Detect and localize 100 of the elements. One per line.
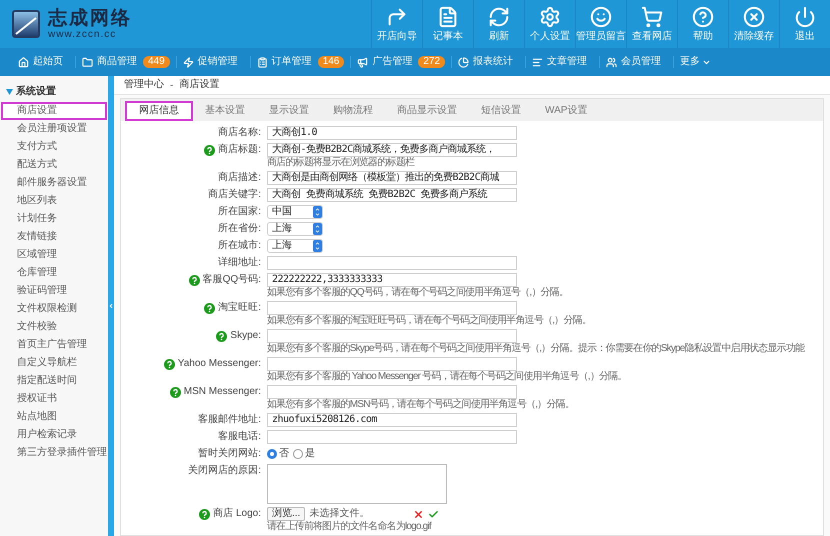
smiley-icon [590, 6, 612, 28]
field-label: 商店关键字: [208, 189, 261, 201]
sidebar-item[interactable]: 站点地图 [1, 408, 107, 426]
help-icon[interactable] [204, 144, 216, 156]
sidebar-item[interactable]: 会员注册项设置 [1, 120, 107, 138]
textarea-field[interactable] [267, 464, 447, 504]
help-icon[interactable] [188, 274, 200, 286]
field-label: 商店名称: [218, 127, 261, 139]
nav-item[interactable]: 文章管理 [526, 56, 594, 68]
document-icon [437, 6, 459, 28]
radio-option[interactable]: 否 [267, 448, 289, 460]
field-hint: 如果您有多个客服的QQ号码，请在每个号码之间使用半角逗号（,）分隔。 [267, 288, 568, 298]
help-icon[interactable] [164, 358, 175, 370]
tab[interactable]: 基本设置 [193, 101, 257, 121]
sidebar-item[interactable]: 授权证书 [1, 390, 107, 408]
field-label: 所在国家: [218, 206, 261, 218]
sidebar-item[interactable]: 友情链接 [1, 228, 107, 246]
sidebar-item[interactable]: 文件权限检测 [1, 300, 107, 318]
more-menu[interactable]: 更多 [674, 56, 718, 68]
tab[interactable]: 购物流程 [321, 101, 385, 121]
field-label: 淘宝旺旺: [218, 302, 261, 314]
select-field[interactable]: 上海 [267, 222, 323, 236]
input-field[interactable]: 大商创1.0 [267, 126, 517, 140]
sidebar-item[interactable]: 第三方登录插件管理 [1, 444, 107, 462]
input-field[interactable] [267, 301, 517, 315]
field-label: Skype: [230, 330, 261, 342]
nav-item[interactable]: 起始页 [12, 56, 69, 68]
input-field[interactable]: 大商创-免费B2B2C商城系统，免费多商户商城系统， [267, 143, 517, 157]
sidebar-item[interactable]: 计划任务 [1, 210, 107, 228]
sidebar-item[interactable]: 区域管理 [1, 246, 107, 264]
input-field[interactable] [267, 256, 517, 270]
field-label: MSN Messenger: [184, 386, 261, 398]
cross-icon[interactable] [413, 508, 424, 520]
collapse-handle-icon[interactable] [108, 303, 114, 309]
field-label: 商店描述: [218, 172, 261, 184]
input-field[interactable]: 大商创 免费商城系统 免费B2B2C 免费多商户系统 [267, 188, 517, 202]
nav-item[interactable]: 促销管理 [176, 56, 244, 68]
sidebar-item[interactable]: 验证码管理 [1, 282, 107, 300]
sidebar-title: 系统设置 [16, 86, 56, 98]
input-field[interactable] [267, 357, 517, 371]
file-status: 未选择文件。 [309, 508, 370, 520]
sidebar-item[interactable]: 地区列表 [1, 192, 107, 210]
pie-chart-icon [458, 56, 470, 68]
cart-icon [641, 6, 663, 28]
megaphone-icon [357, 56, 368, 68]
input-field[interactable] [267, 385, 517, 399]
help-icon[interactable] [216, 330, 228, 342]
nav-item[interactable]: 商品管理 [76, 56, 143, 68]
field-hint: 如果您有多个客服的淘宝旺旺号码，请在每个号码之间使用半角逗号（,）分隔。 [267, 316, 591, 326]
browse-button[interactable]: 浏览... [267, 507, 306, 521]
sidebar-item[interactable]: 用户检索记录 [1, 426, 107, 444]
logo-url: www.zccn.cc [48, 29, 118, 41]
field-label: Yahoo Messenger: [178, 358, 261, 370]
nav-item[interactable]: 会员管理 [600, 56, 668, 68]
help-icon[interactable] [204, 302, 216, 314]
lightning-icon [182, 56, 194, 68]
sidebar-item[interactable]: 商店设置 [1, 102, 107, 120]
field-hint: 商店的标题将显示在浏览器的标题栏 [267, 158, 416, 168]
tab[interactable]: WAP设置 [533, 101, 600, 121]
input-field[interactable]: zhuofuxi5208126.com [267, 413, 517, 427]
input-field[interactable] [267, 430, 517, 444]
logo-icon [12, 10, 40, 38]
radio-option[interactable]: 是 [293, 448, 315, 460]
tab[interactable]: 商品显示设置 [385, 101, 469, 121]
input-field[interactable] [267, 329, 517, 343]
select-field[interactable]: 中国 [267, 205, 323, 219]
caret-icon[interactable] [6, 89, 13, 95]
input-field[interactable]: 222222222,3333333333 [267, 273, 517, 287]
help-icon[interactable] [199, 508, 210, 520]
tab[interactable]: 网店信息 [125, 101, 193, 121]
lines-icon [532, 56, 544, 68]
refresh-icon [488, 6, 510, 28]
field-label: 商店 Logo: [213, 508, 261, 520]
folder-icon [82, 56, 93, 68]
tab[interactable]: 短信设置 [469, 101, 533, 121]
select-field[interactable]: 上海 [267, 239, 323, 253]
help-icon [692, 6, 714, 28]
input-field[interactable]: 大商创是由商创网络（模板堂）推出的免费B2B2C商城 [267, 171, 517, 185]
sidebar-item[interactable]: 仓库管理 [1, 264, 107, 282]
tab[interactable]: 显示设置 [257, 101, 321, 121]
sidebar-item[interactable]: 首页主广告管理 [1, 336, 107, 354]
sidebar-item[interactable]: 文件校验 [1, 318, 107, 336]
users-icon [606, 56, 618, 68]
count-badge: 272 [418, 56, 446, 68]
stepper-icon [313, 223, 322, 235]
nav-item[interactable]: 报表统计 [452, 56, 520, 68]
check-icon[interactable] [428, 508, 440, 520]
nav-item[interactable]: 广告管理 [351, 56, 418, 68]
close-circle-icon [743, 6, 765, 28]
breadcrumb-link[interactable]: 商店设置 [179, 79, 220, 91]
sidebar-item[interactable]: 配送方式 [1, 156, 107, 174]
field-hint: 如果您有多个客服的MSN号码，请在每个号码之间使用半角逗号（,）分隔。 [267, 400, 574, 410]
sidebar-item[interactable]: 指定配送时间 [1, 372, 107, 390]
breadcrumb-link[interactable]: 管理中心 [124, 79, 164, 91]
count-badge: 449 [143, 56, 170, 68]
help-icon[interactable] [170, 386, 181, 398]
sidebar-item[interactable]: 自定义导航栏 [1, 354, 107, 372]
sidebar-item[interactable]: 支付方式 [1, 138, 107, 156]
sidebar-item[interactable]: 邮件服务器设置 [1, 174, 107, 192]
nav-item[interactable]: 订单管理 [250, 56, 318, 68]
